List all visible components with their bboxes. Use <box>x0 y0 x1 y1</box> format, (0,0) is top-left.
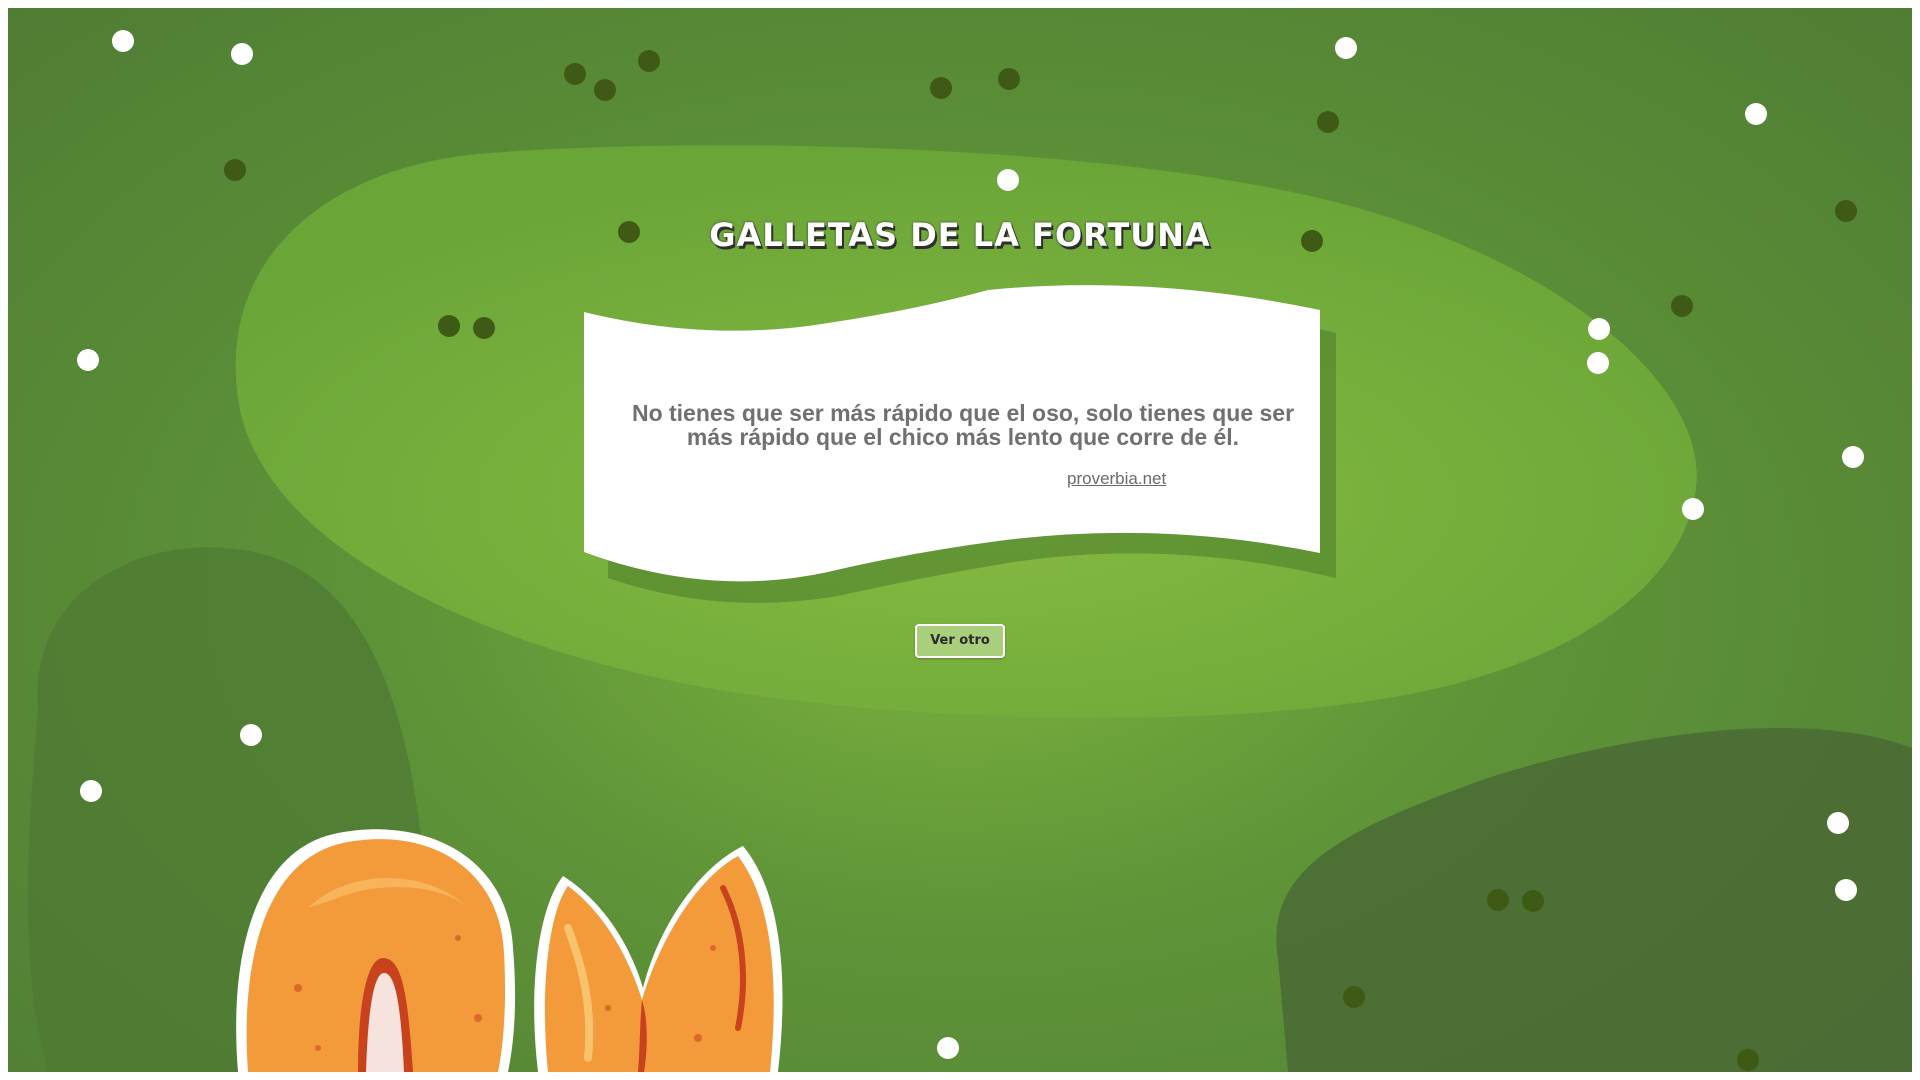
fortune-cookie-right <box>534 846 783 1072</box>
page-frame: Galletas de la fortuna No tienes que ser… <box>8 8 1912 1072</box>
next-fortune-button[interactable]: Ver otro <box>915 624 1005 658</box>
fortune-quote: No tienes que ser más rápido que el oso,… <box>631 400 1295 450</box>
background-art <box>28 30 1912 1072</box>
page-title: Galletas de la fortuna <box>709 216 1211 254</box>
dark-blob-right <box>1276 727 1912 1072</box>
source-link[interactable]: proverbia.net <box>1067 469 1166 489</box>
